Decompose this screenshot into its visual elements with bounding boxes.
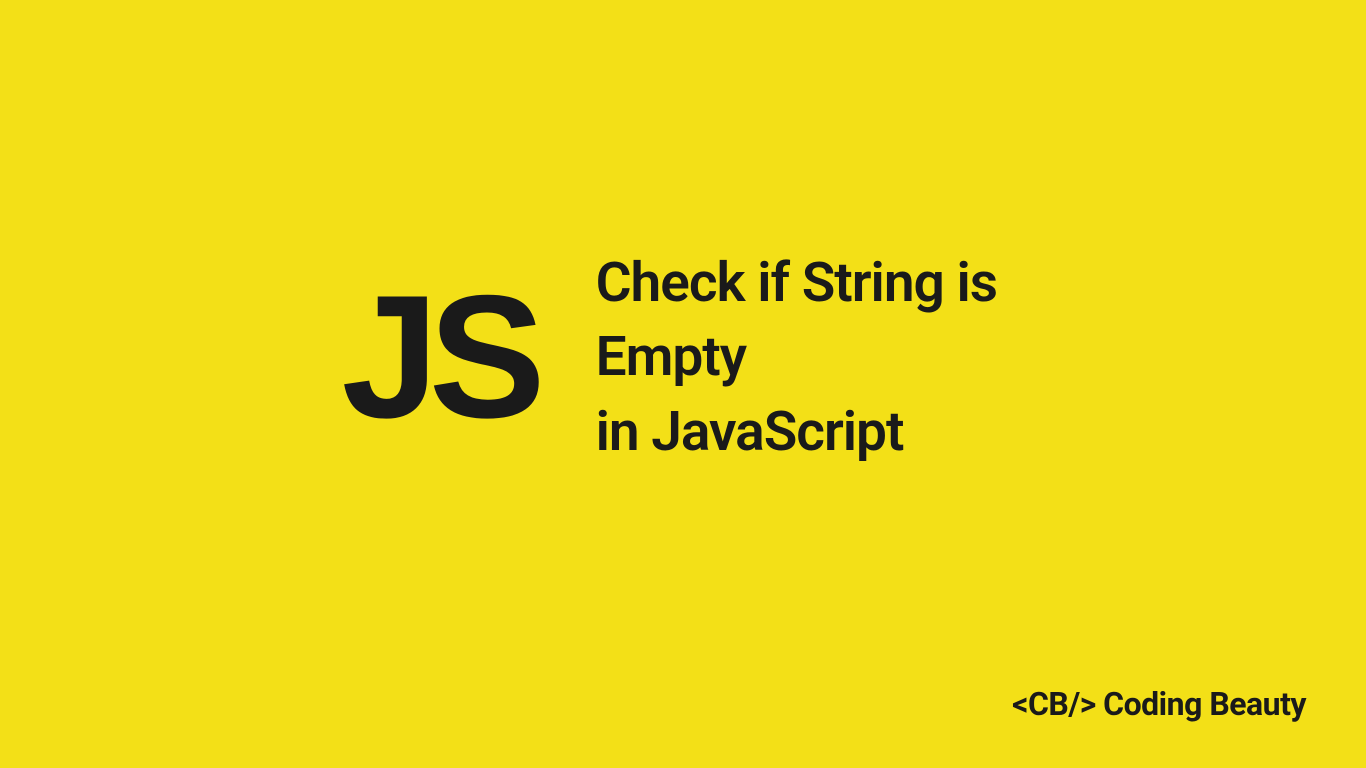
js-logo: JS (342, 270, 536, 445)
article-title: Check if String is Empty in JavaScript (596, 246, 1025, 469)
brand-prefix: <CB/> (1012, 685, 1096, 723)
title-line-1: Check if String is Empty (596, 251, 998, 389)
brand-name: Coding Beauty (1103, 685, 1306, 723)
brand-footer: <CB/> Coding Beauty (1012, 685, 1306, 723)
title-line-2: in JavaScript (596, 399, 904, 463)
main-content: JS Check if String is Empty in JavaScrip… (342, 246, 1025, 469)
